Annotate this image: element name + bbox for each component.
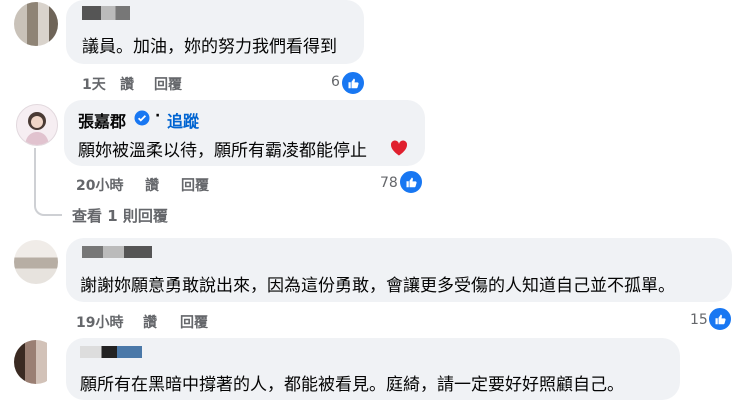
redacted-name [82,6,130,20]
heart-emoji-icon [389,138,409,158]
comment-time[interactable]: 19小時 [76,312,123,332]
redacted-name [80,346,142,358]
commenter-avatar[interactable] [14,2,58,46]
like-count: 15 [690,312,708,328]
like-reaction-icon[interactable] [398,169,424,195]
dot-separator: · [155,108,161,124]
comment-text: 願所有在黑暗中撐著的人，都能被看見。庭綺，請一定要好好照顧自己。 [80,375,624,395]
comment-text: 謝謝妳願意勇敢說出來，因為這份勇敢，會讓更多受傷的人知道自己並不孤單。 [80,276,675,296]
thread-connector-line [34,148,62,216]
reply-link[interactable]: 回覆 [181,175,209,195]
like-link[interactable]: 讚 [145,175,159,195]
commenter-avatar[interactable] [14,340,58,384]
like-count: 78 [380,175,398,191]
like-reaction-icon[interactable] [340,70,366,96]
reply-text: 願妳被溫柔以待，願所有霸凌都能停止 [78,141,367,161]
like-count: 6 [331,74,340,90]
reply-link[interactable]: 回覆 [154,74,182,94]
commenter-avatar[interactable] [14,240,58,284]
reply-time[interactable]: 20小時 [76,175,123,195]
redacted-name [82,246,152,258]
verified-badge-icon [134,110,150,126]
comment-time[interactable]: 1天 [82,74,106,94]
view-replies-link[interactable]: 查看 1 則回覆 [72,205,168,226]
like-reaction-icon[interactable] [707,306,733,332]
reply-link[interactable]: 回覆 [180,312,208,332]
like-link[interactable]: 讚 [120,74,134,94]
author-name[interactable]: 張嘉郡 [78,108,126,132]
author-avatar[interactable] [16,104,58,146]
comment-text: 議員。加油，妳的努力我們看得到 [82,37,337,57]
follow-link[interactable]: 追蹤 [167,108,199,132]
like-link[interactable]: 讚 [143,312,157,332]
